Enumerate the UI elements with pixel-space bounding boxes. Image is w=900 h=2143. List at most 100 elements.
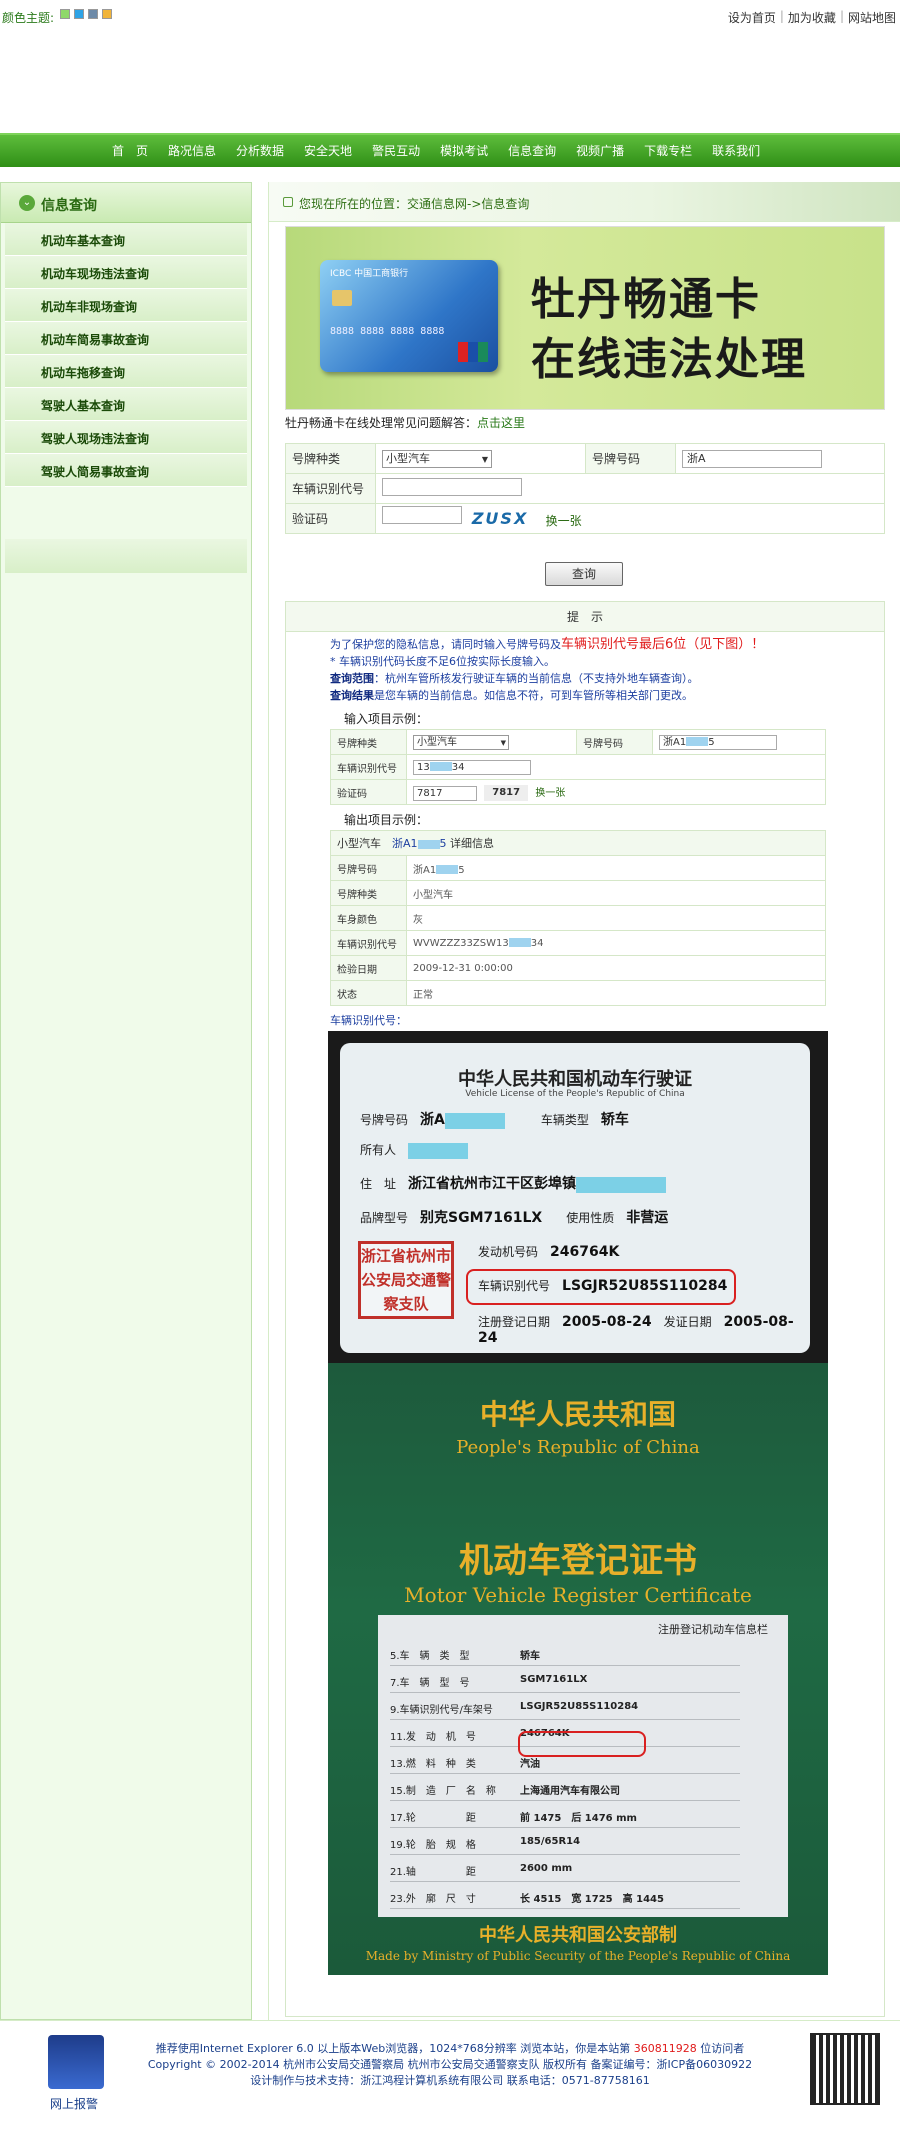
input-example-table: 号牌种类 小型汽车 号牌号码 浙A15 车辆识别代号 1334 验证码 7817… xyxy=(330,729,826,805)
sidebar-item-vehicle-offsite[interactable]: 机动车非现场查询 xyxy=(5,289,247,322)
tip-line-4: 查询结果是您车辆的当前信息。如信息不符，可到车管所等相关部门更改。 xyxy=(330,689,693,702)
sidebar-item-label: 驾驶人基本查询 xyxy=(41,399,126,413)
captcha-image: ZUSX xyxy=(471,509,529,529)
plate-no-label: 号牌号码 xyxy=(585,443,676,474)
tip-line-1: 为了保护您的隐私信息，请同时输入号牌号码及车辆识别代号最后6位（见下图）！ xyxy=(330,637,765,652)
query-button[interactable]: 查询 xyxy=(545,562,623,586)
sidebar-footer-strip xyxy=(5,539,247,573)
chip-icon xyxy=(332,290,352,306)
faq-text: 牡丹畅通卡在线处理常见问题解答： xyxy=(285,416,478,430)
output-example-header: 小型汽车 浙A1 5 详细信息 xyxy=(330,830,826,856)
promo-banner[interactable]: ICBC 中国工商银行 8888 8888 8888 8888 牡丹畅通卡 在线… xyxy=(285,226,885,410)
nav-item-analysis[interactable]: 分析数据 xyxy=(236,142,284,159)
top-bar: 颜色主题: 设为首页 | 加为收藏 | 网站地图 xyxy=(0,0,900,30)
chevron-down-icon: ⌄ xyxy=(19,195,35,211)
faq-link[interactable]: 点击这里 xyxy=(477,416,525,430)
sidebar-item-vehicle-accident[interactable]: 机动车简易事故查询 xyxy=(5,322,247,355)
captcha-label: 验证码 xyxy=(285,503,376,534)
query-form: 号牌种类 小型汽车 号牌号码 浙A 车辆识别代号 验证码 ZUSX 换一张 xyxy=(285,443,885,534)
plate-no-input[interactable]: 浙A xyxy=(682,449,822,468)
faq-line: 牡丹畅通卡在线处理常见问题解答：点击这里 xyxy=(285,414,525,431)
theme-swatch-green[interactable] xyxy=(60,9,70,19)
vin-caption: 车辆识别代号： xyxy=(330,1014,407,1027)
example-vin-input: 13 34 xyxy=(413,759,531,775)
tip-body: 为了保护您的隐私信息，请同时输入号牌号码及车辆识别代号最后6位（见下图）！ * … xyxy=(330,636,870,1028)
vin-highlight-box xyxy=(518,1731,646,1757)
card-number: 8888 8888 8888 8888 xyxy=(330,326,445,337)
theme-swatch-blue[interactable] xyxy=(74,9,84,19)
sidebar-item-vehicle-tow[interactable]: 机动车拖移查询 xyxy=(5,355,247,388)
sidebar-item-driver-onsite-violation[interactable]: 驾驶人现场违法查询 xyxy=(5,421,247,454)
nav-item-exam[interactable]: 模拟考试 xyxy=(440,142,488,159)
theme-label: 颜色主题: xyxy=(2,11,55,25)
nav-item-safety[interactable]: 安全天地 xyxy=(304,142,352,159)
sidebar-item-driver-basic[interactable]: 驾驶人基本查询 xyxy=(5,388,247,421)
theme-swatch-orange[interactable] xyxy=(102,9,112,19)
tip-line-2: * 车辆识别代码长度不足6位按实际长度输入。 xyxy=(330,655,555,668)
nav-item-video[interactable]: 视频广播 xyxy=(576,142,624,159)
sidebar-item-label: 机动车拖移查询 xyxy=(41,366,126,380)
sidebar-item-vehicle-basic[interactable]: 机动车基本查询 xyxy=(5,223,247,256)
qr-code-icon xyxy=(810,2033,880,2105)
sidebar-item-label: 机动车现场违法查询 xyxy=(41,267,150,281)
divider: | xyxy=(779,9,784,23)
certificate-info-table: 注册登记机动车信息栏 5.车 辆 类 型轿车 7.车 辆 型 号 SGM7161L… xyxy=(378,1615,788,1917)
tip-heading: 提 示 xyxy=(286,602,884,632)
plate-type-label: 号牌种类 xyxy=(285,443,376,474)
unionpay-logo-icon xyxy=(458,342,488,362)
bank-card-image: ICBC 中国工商银行 8888 8888 8888 8888 xyxy=(320,260,498,372)
footer: 网上报警 推荐使用Internet Explorer 6.0 以上版本Web浏览… xyxy=(0,2020,900,2143)
example-captcha-input: 7817 xyxy=(413,785,477,801)
captcha-input[interactable] xyxy=(382,505,462,524)
vin-label: 车辆识别代号 xyxy=(285,473,376,504)
example-plate-no-input: 浙A1 5 xyxy=(659,734,777,750)
nav-item-contact[interactable]: 联系我们 xyxy=(712,142,760,159)
sidebar-item-label: 机动车非现场查询 xyxy=(41,300,138,314)
theme-swatches xyxy=(60,9,112,19)
tip-highlight: 车辆识别代号最后6位（见下图） xyxy=(561,637,752,652)
output-example-title: 输出项目示例： xyxy=(344,813,429,827)
sidebar-item-driver-accident[interactable]: 驾驶人简易事故查询 xyxy=(5,454,247,487)
online-report-link[interactable]: 网上报警 xyxy=(50,2095,98,2112)
theme-swatch-gray[interactable] xyxy=(88,9,98,19)
location-icon xyxy=(283,197,293,207)
register-certificate-image: 中华人民共和国 People's Republic of China 机动车登记… xyxy=(328,1363,828,1975)
sitemap-link[interactable]: 网站地图 xyxy=(848,9,896,26)
police-stamp: 浙江省杭州市公安局交通警察支队 xyxy=(358,1241,454,1319)
example-captcha-image: 7817 xyxy=(484,784,529,801)
sidebar-header: ⌄ 信息查询 xyxy=(1,183,251,223)
banner-title-line2: 在线违法处理 xyxy=(531,334,807,385)
nav-item-interaction[interactable]: 警民互动 xyxy=(372,142,420,159)
sidebar-item-label: 驾驶人现场违法查询 xyxy=(41,432,150,446)
footer-text: 推荐使用Internet Explorer 6.0 以上版本Web浏览器，102… xyxy=(147,2042,753,2087)
bank-name: ICBC 中国工商银行 xyxy=(330,269,409,279)
input-example-title: 输入项目示例： xyxy=(344,712,429,726)
nav-item-download[interactable]: 下载专栏 xyxy=(644,142,692,159)
tip-line-3: 查询范围：杭州车管所核发行驶证车辆的当前信息（不支持外地车辆查询）。 xyxy=(330,672,699,685)
refresh-captcha-link[interactable]: 换一张 xyxy=(546,514,582,528)
plate-type-select[interactable]: 小型汽车 xyxy=(382,449,492,468)
divider: | xyxy=(839,9,844,23)
sidebar: ⌄ 信息查询 机动车基本查询 机动车现场违法查询 机动车非现场查询 机动车简易事… xyxy=(0,182,252,2020)
nav-item-query[interactable]: 信息查询 xyxy=(508,142,556,159)
sidebar-item-label: 驾驶人简易事故查询 xyxy=(41,465,150,479)
nav-item-home[interactable]: 首 页 xyxy=(112,142,148,159)
sidebar-item-vehicle-onsite-violation[interactable]: 机动车现场违法查询 xyxy=(5,256,247,289)
top-links: 设为首页 | 加为收藏 | 网站地图 xyxy=(728,9,896,26)
set-homepage-link[interactable]: 设为首页 xyxy=(728,9,776,26)
main-nav: 首 页 路况信息 分析数据 安全天地 警民互动 模拟考试 信息查询 视频广播 下… xyxy=(0,133,900,167)
police-badge-icon[interactable] xyxy=(48,2035,104,2089)
vin-highlight-box xyxy=(466,1269,736,1305)
example-refresh-link: 换一张 xyxy=(535,787,566,799)
sidebar-item-label: 机动车基本查询 xyxy=(41,234,126,248)
vehicle-license-image: 中华人民共和国机动车行驶证 Vehicle License of the Peo… xyxy=(328,1031,828,1363)
example-plate-type-select: 小型汽车 xyxy=(413,734,509,750)
breadcrumb-text: 您现在所在的位置：交通信息网->信息查询 xyxy=(299,197,530,211)
vin-input[interactable] xyxy=(382,478,522,496)
add-favorite-link[interactable]: 加为收藏 xyxy=(788,9,836,26)
visitor-counter: 360811928 xyxy=(633,2042,697,2055)
breadcrumb: 您现在所在的位置：交通信息网->信息查询 xyxy=(269,182,900,222)
output-example-table: 小型汽车 浙A1 5 详细信息 号牌号码 浙A1 5 号牌种类 小型汽车 车身颜色灰 车… xyxy=(330,830,826,1006)
sidebar-title: 信息查询 xyxy=(41,198,97,214)
nav-item-traffic[interactable]: 路况信息 xyxy=(168,142,216,159)
